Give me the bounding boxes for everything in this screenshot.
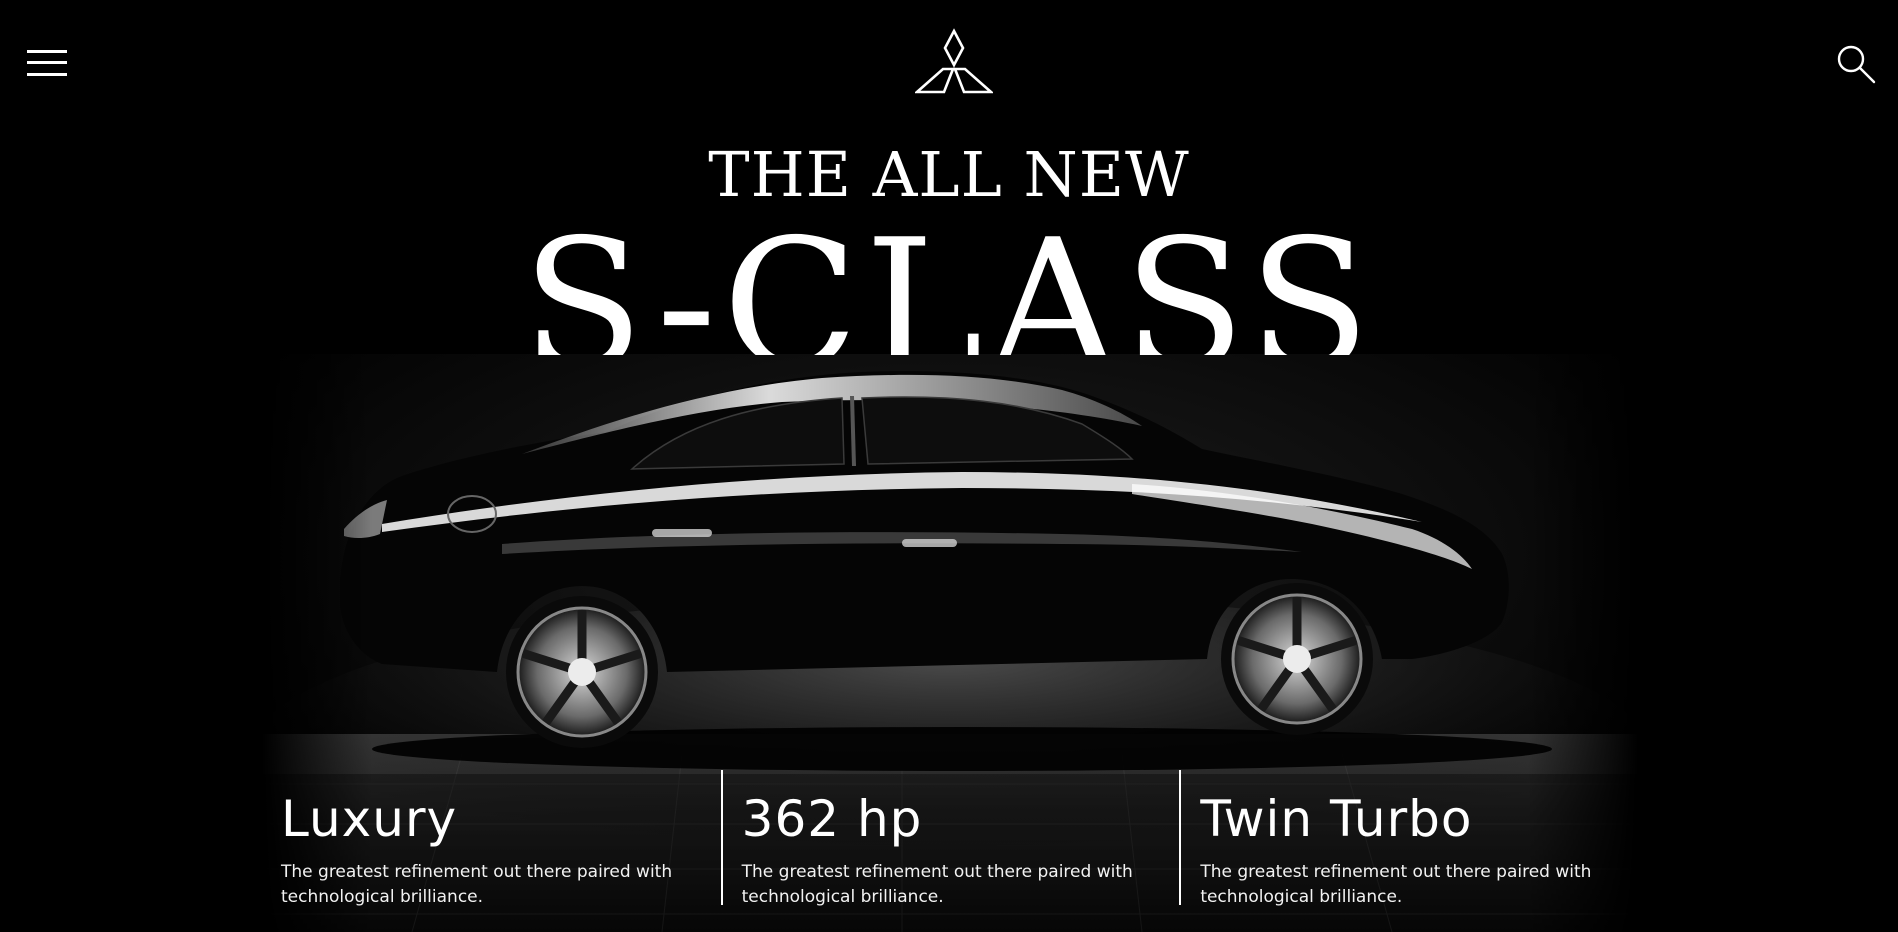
menu-line xyxy=(27,50,67,53)
feature-description: The greatest refinement out there paired… xyxy=(741,862,1133,907)
hero-title: S-CLASS xyxy=(521,201,1377,355)
features-row: Luxury The greatest refinement out there… xyxy=(262,770,1638,907)
feature-title: Twin Turbo xyxy=(1200,790,1473,848)
feature-description: The greatest refinement out there paired… xyxy=(1200,862,1592,907)
feature-twin-turbo: Twin Turbo The greatest refinement out t… xyxy=(1179,770,1638,907)
feature-description: The greatest refinement out there paired… xyxy=(281,862,673,907)
menu-line xyxy=(27,73,67,76)
feature-horsepower: 362 hp The greatest refinement out there… xyxy=(720,770,1180,907)
feature-title: Luxury xyxy=(281,790,458,848)
feature-title: 362 hp xyxy=(741,790,923,848)
page: THE ALL NEW S-CLASS Luxury The greatest … xyxy=(0,0,1898,932)
search-icon[interactable] xyxy=(1836,44,1876,84)
three-diamond-logo-icon[interactable] xyxy=(913,28,995,98)
menu-line xyxy=(27,61,67,64)
feature-luxury: Luxury The greatest refinement out there… xyxy=(262,770,721,907)
hamburger-menu-icon[interactable] xyxy=(27,48,67,78)
